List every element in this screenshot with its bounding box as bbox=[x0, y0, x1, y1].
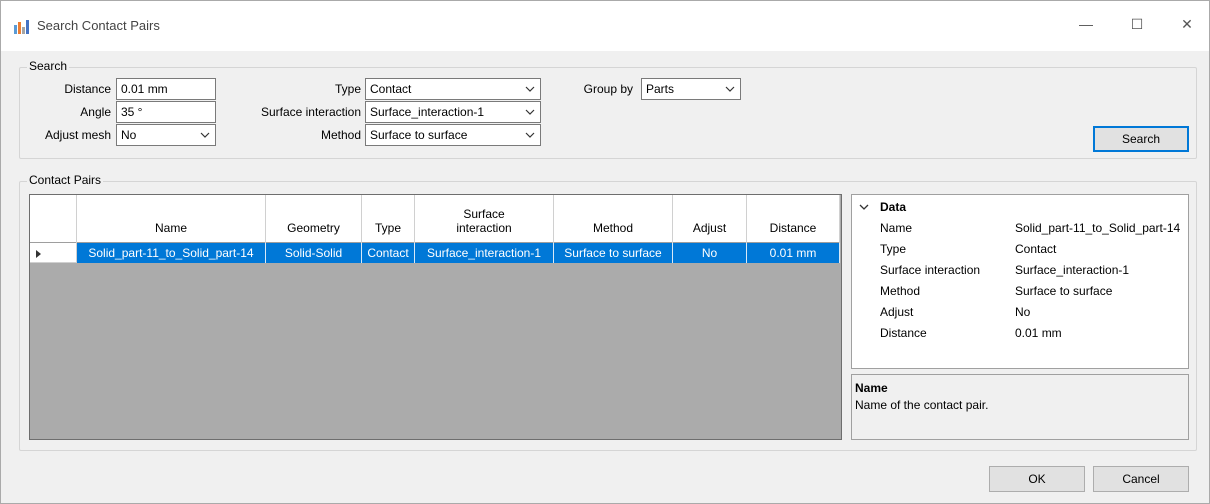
property-value[interactable]: Contact bbox=[1015, 242, 1187, 256]
description-title: Name bbox=[855, 381, 888, 395]
surface-interaction-select[interactable]: Surface_interaction-1 bbox=[365, 101, 541, 123]
description-text: Name of the contact pair. bbox=[855, 398, 989, 412]
column-header-method[interactable]: Method bbox=[554, 195, 673, 243]
property-value[interactable]: No bbox=[1015, 305, 1187, 319]
window-title: Search Contact Pairs bbox=[37, 18, 160, 33]
row-selector[interactable] bbox=[30, 243, 77, 263]
property-row[interactable]: Surface interaction Surface_interaction-… bbox=[852, 260, 1188, 281]
property-grid[interactable]: Data Name Solid_part-11_to_Solid_part-14… bbox=[851, 194, 1189, 369]
property-value[interactable]: Surface to surface bbox=[1015, 284, 1187, 298]
column-header-type[interactable]: Type bbox=[362, 195, 415, 243]
property-category[interactable]: Data bbox=[852, 197, 1188, 218]
chevron-down-icon bbox=[524, 82, 536, 96]
method-label: Method bbox=[320, 128, 361, 142]
ok-button[interactable]: OK bbox=[989, 466, 1085, 492]
surface-interaction-value: Surface_interaction-1 bbox=[370, 105, 485, 119]
cell-surface-interaction[interactable]: Surface_interaction-1 bbox=[415, 243, 554, 263]
column-header-adjust[interactable]: Adjust bbox=[673, 195, 747, 243]
surface-interaction-label: Surface interaction bbox=[260, 105, 361, 119]
chevron-down-icon bbox=[524, 128, 536, 142]
title-bar: Search Contact Pairs — ☐ ✕ bbox=[1, 1, 1209, 51]
property-name: Surface interaction bbox=[880, 263, 981, 277]
close-button[interactable]: ✕ bbox=[1164, 9, 1210, 39]
app-icon bbox=[13, 19, 31, 35]
type-label: Type bbox=[334, 82, 361, 96]
cell-geometry[interactable]: Solid-Solid bbox=[266, 243, 362, 263]
method-value: Surface to surface bbox=[370, 128, 468, 142]
property-row[interactable]: Method Surface to surface bbox=[852, 281, 1188, 302]
property-row[interactable]: Distance 0.01 mm bbox=[852, 323, 1188, 344]
property-description: Name Name of the contact pair. bbox=[851, 374, 1189, 440]
adjust-mesh-select[interactable]: No bbox=[116, 124, 216, 146]
property-name: Adjust bbox=[880, 305, 914, 319]
distance-field[interactable]: 0.01 mm bbox=[116, 78, 216, 100]
property-row[interactable]: Name Solid_part-11_to_Solid_part-14 bbox=[852, 218, 1188, 239]
grid-header: Name Geometry Type Surface interaction M… bbox=[30, 195, 840, 243]
chevron-down-icon bbox=[524, 105, 536, 119]
property-name: Method bbox=[880, 284, 921, 298]
distance-label: Distance bbox=[64, 82, 111, 96]
cell-distance[interactable]: 0.01 mm bbox=[747, 243, 840, 263]
cell-name[interactable]: Solid_part-11_to_Solid_part-14 bbox=[77, 243, 266, 263]
row-pointer-icon bbox=[35, 248, 43, 262]
cancel-button[interactable]: Cancel bbox=[1093, 466, 1189, 492]
property-row[interactable]: Type Contact bbox=[852, 239, 1188, 260]
chevron-down-icon bbox=[724, 82, 736, 96]
adjust-mesh-label: Adjust mesh bbox=[44, 128, 111, 142]
property-value[interactable]: Surface_interaction-1 bbox=[1015, 263, 1187, 277]
contact-pairs-group-label: Contact Pairs bbox=[27, 173, 104, 187]
chevron-down-icon[interactable] bbox=[859, 201, 869, 215]
maximize-button[interactable]: ☐ bbox=[1114, 9, 1160, 39]
column-header-name[interactable]: Name bbox=[77, 195, 266, 243]
property-name: Name bbox=[880, 221, 913, 235]
contact-pairs-grid[interactable]: Name Geometry Type Surface interaction M… bbox=[29, 194, 842, 440]
dialog-window: Search Contact Pairs — ☐ ✕ Search Distan… bbox=[0, 0, 1210, 504]
column-header-surface-interaction[interactable]: Surface interaction bbox=[415, 195, 554, 243]
property-category-label: Data bbox=[880, 200, 907, 214]
property-name: Distance bbox=[880, 326, 927, 340]
property-value[interactable]: 0.01 mm bbox=[1015, 326, 1187, 340]
type-value: Contact bbox=[370, 82, 412, 96]
method-select[interactable]: Surface to surface bbox=[365, 124, 541, 146]
angle-field[interactable]: 35 ° bbox=[116, 101, 216, 123]
property-name: Type bbox=[880, 242, 907, 256]
group-by-label: Group by bbox=[583, 82, 633, 96]
search-group-label: Search bbox=[27, 59, 70, 73]
type-select[interactable]: Contact bbox=[365, 78, 541, 100]
angle-label: Angle bbox=[80, 105, 111, 119]
cell-method[interactable]: Surface to surface bbox=[554, 243, 673, 263]
group-by-value: Parts bbox=[646, 82, 675, 96]
column-header-geometry[interactable]: Geometry bbox=[266, 195, 362, 243]
property-row[interactable]: Adjust No bbox=[852, 302, 1188, 323]
row-header-corner bbox=[30, 195, 77, 243]
property-value[interactable]: Solid_part-11_to_Solid_part-14 bbox=[1015, 221, 1187, 235]
group-by-select[interactable]: Parts bbox=[641, 78, 741, 100]
chevron-down-icon bbox=[199, 128, 211, 142]
adjust-mesh-value: No bbox=[121, 128, 137, 142]
column-header-distance[interactable]: Distance bbox=[747, 195, 840, 243]
cell-type[interactable]: Contact bbox=[362, 243, 415, 263]
cell-adjust[interactable]: No bbox=[673, 243, 747, 263]
table-row[interactable]: Solid_part-11_to_Solid_part-14 Solid-Sol… bbox=[30, 243, 840, 263]
search-button[interactable]: Search bbox=[1093, 126, 1189, 152]
minimize-button[interactable]: — bbox=[1063, 9, 1109, 39]
